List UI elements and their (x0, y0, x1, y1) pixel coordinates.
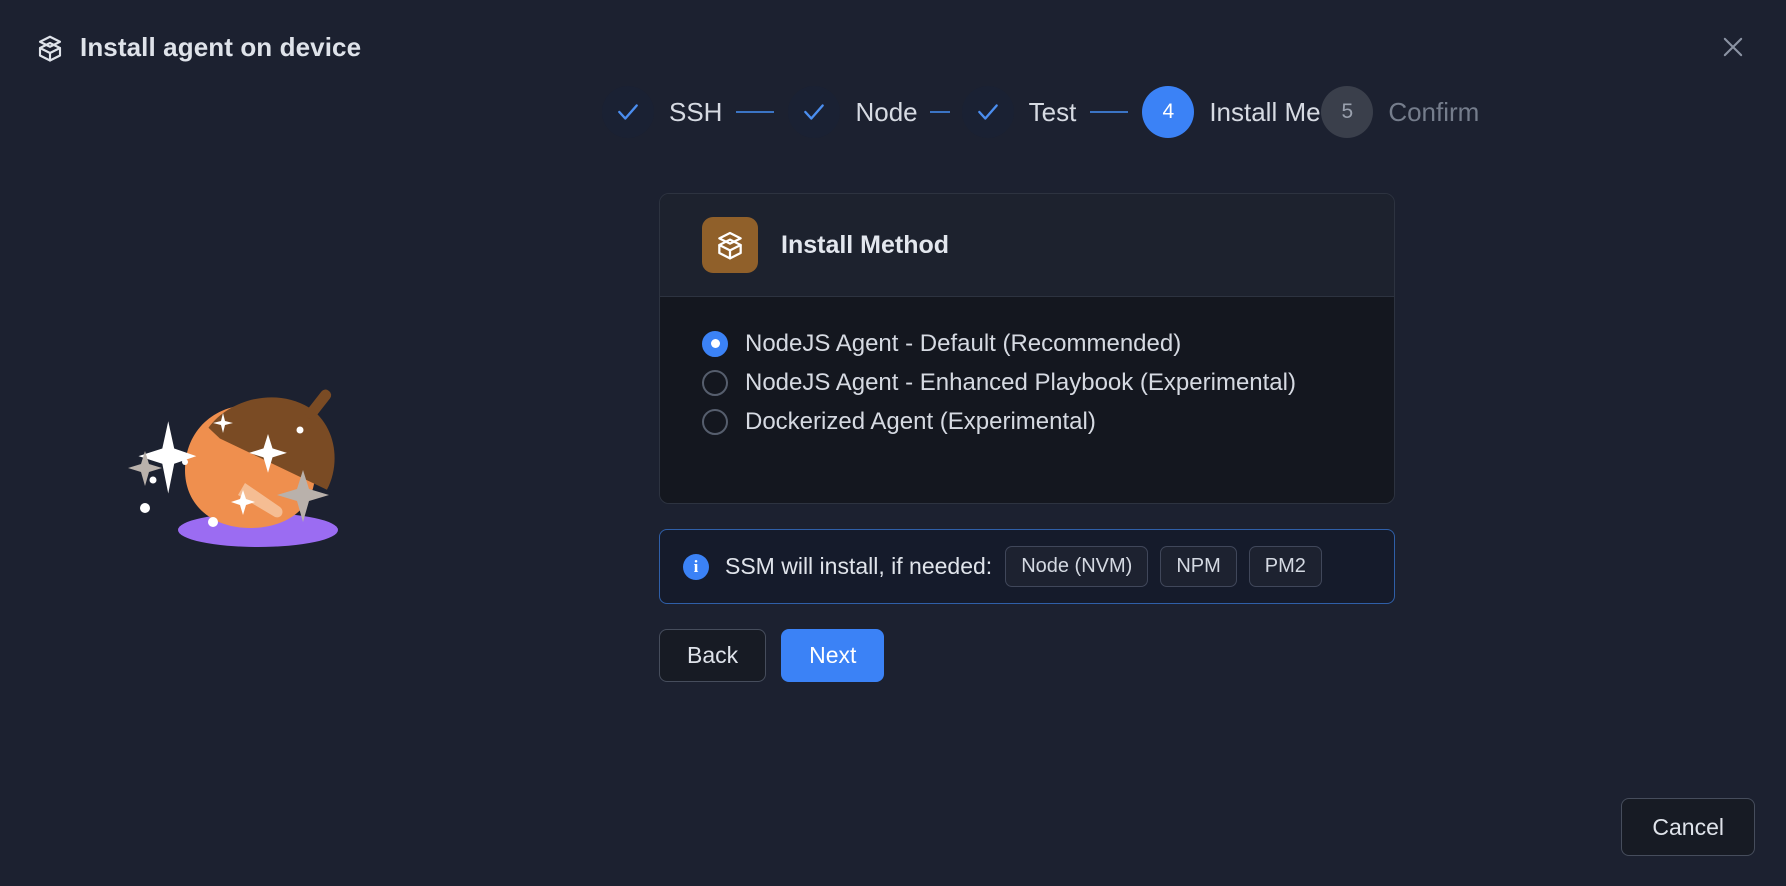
radio-indicator[interactable] (702, 408, 728, 435)
chip-node-nvm: Node (NVM) (1005, 546, 1149, 587)
radio-option-nodejs-default[interactable]: NodeJS Agent - Default (Recommended) (702, 324, 1394, 363)
radio-indicator[interactable] (702, 330, 728, 357)
step-marker (961, 86, 1014, 138)
chip-pm2: PM2 (1248, 546, 1322, 587)
step-marker: 4 (1142, 86, 1195, 138)
back-button[interactable]: Back (659, 629, 767, 682)
modal-header: Install agent on device (0, 0, 1786, 95)
wizard-navigation: Back Next (659, 629, 1395, 682)
install-agent-modal: Install agent on device SSH Node Test 4 … (0, 0, 1786, 886)
prerequisite-chips: Node (NVM) NPM PM2 (1005, 546, 1322, 587)
prerequisites-info-banner: i SSM will install, if needed: Node (NVM… (659, 529, 1395, 604)
open-box-icon (702, 217, 758, 273)
wizard-stepper: SSH Node Test 4 Install Method 5 Confirm (602, 86, 1786, 138)
card-title: Install Method (781, 230, 950, 259)
step-connector (736, 111, 775, 113)
step-connector (929, 111, 950, 113)
step-marker (602, 86, 654, 138)
acorn-illustration (125, 375, 375, 555)
step-ssh[interactable]: SSH (602, 86, 722, 138)
step-label: Confirm (1388, 96, 1480, 127)
step-marker: 5 (1321, 86, 1374, 138)
info-banner-text: SSM will install, if needed: (725, 553, 993, 579)
close-icon[interactable] (1712, 26, 1754, 68)
info-icon: i (683, 553, 709, 580)
step-test[interactable]: Test (961, 86, 1077, 138)
next-button[interactable]: Next (781, 629, 885, 682)
install-method-card: Install Method NodeJS Agent - Default (R… (659, 193, 1395, 504)
radio-label: NodeJS Agent - Default (Recommended) (745, 329, 1182, 357)
step-label: Install Method (1209, 96, 1321, 127)
radio-label: Dockerized Agent (Experimental) (745, 407, 1096, 435)
step-confirm[interactable]: 5 Confirm (1321, 86, 1479, 138)
radio-option-nodejs-enhanced[interactable]: NodeJS Agent - Enhanced Playbook (Experi… (702, 363, 1394, 402)
install-method-options: NodeJS Agent - Default (Recommended) Nod… (660, 297, 1394, 503)
cancel-button[interactable]: Cancel (1621, 798, 1755, 856)
radio-indicator[interactable] (702, 369, 728, 396)
step-node[interactable]: Node (788, 86, 918, 138)
step-label: SSH (669, 96, 723, 127)
open-box-icon (34, 32, 66, 64)
install-method-panel: Install Method NodeJS Agent - Default (R… (659, 193, 1395, 682)
radio-label: NodeJS Agent - Enhanced Playbook (Experi… (745, 368, 1296, 396)
step-marker (788, 86, 841, 138)
step-install-method[interactable]: 4 Install Method (1142, 86, 1321, 138)
card-header: Install Method (660, 194, 1394, 297)
step-connector (1090, 111, 1129, 113)
radio-option-dockerized[interactable]: Dockerized Agent (Experimental) (702, 402, 1394, 441)
chip-npm: NPM (1160, 546, 1237, 587)
step-label: Test (1028, 96, 1077, 127)
step-label: Node (855, 96, 918, 127)
page-title: Install agent on device (80, 32, 362, 62)
